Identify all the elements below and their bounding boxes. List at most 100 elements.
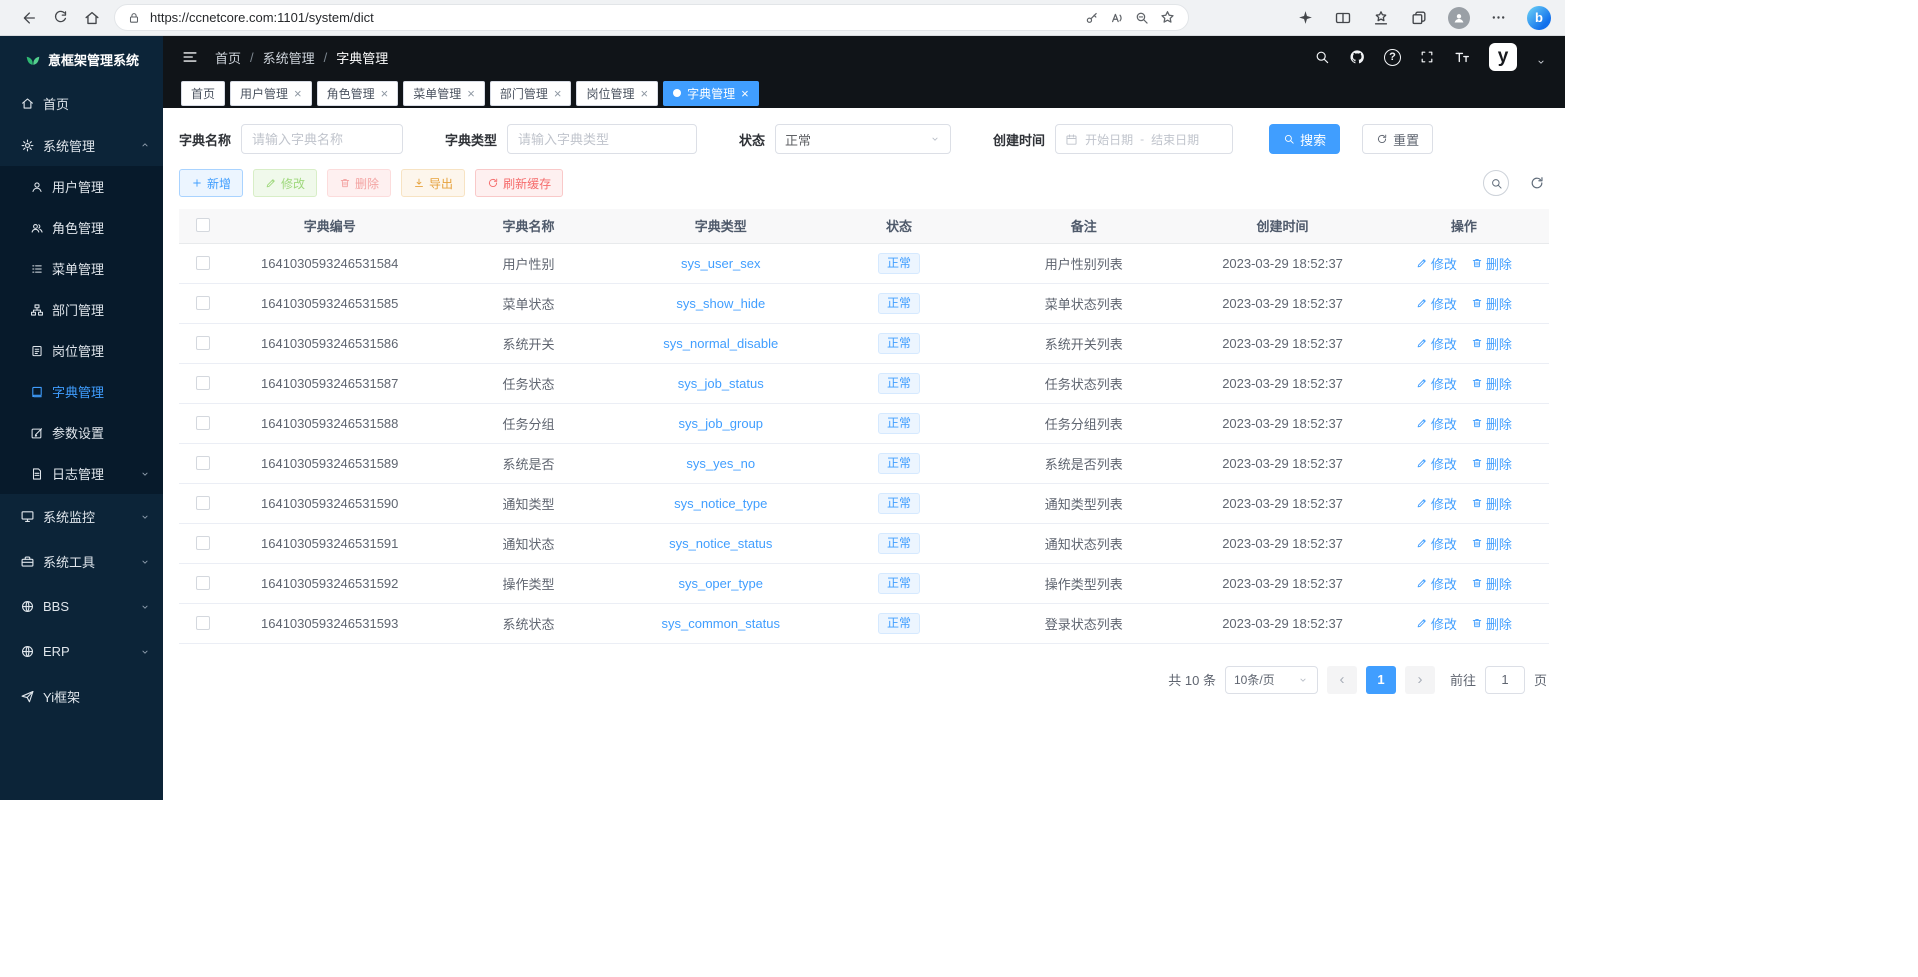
- tab-dict[interactable]: 字典管理×: [663, 81, 759, 106]
- row-checkbox[interactable]: [196, 496, 210, 510]
- help-icon[interactable]: ?: [1384, 49, 1401, 66]
- row-delete-button[interactable]: 删除: [1471, 294, 1512, 313]
- dict-type-link[interactable]: sys_notice_status: [669, 536, 772, 551]
- tab-close-icon[interactable]: ×: [381, 87, 389, 100]
- refresh-cache-button[interactable]: 刷新缓存: [475, 169, 563, 197]
- row-edit-button[interactable]: 修改: [1416, 494, 1457, 513]
- password-key-icon[interactable]: [1084, 10, 1100, 26]
- dict-type-link[interactable]: sys_common_status: [662, 616, 781, 631]
- fullscreen-icon[interactable]: [1419, 49, 1435, 65]
- tab-dept[interactable]: 部门管理×: [490, 81, 572, 106]
- tab-post[interactable]: 岗位管理×: [576, 81, 658, 106]
- sidebar-item-system[interactable]: 系统管理: [0, 124, 163, 166]
- refresh-table-icon[interactable]: [1529, 175, 1545, 191]
- tab-close-icon[interactable]: ×: [294, 87, 302, 100]
- toggle-search-icon[interactable]: [1483, 170, 1509, 196]
- dict-type-link[interactable]: sys_normal_disable: [663, 336, 778, 351]
- row-edit-button[interactable]: 修改: [1416, 374, 1457, 393]
- breadcrumb-system[interactable]: 系统管理: [263, 48, 315, 67]
- row-edit-button[interactable]: 修改: [1416, 534, 1457, 553]
- tab-home[interactable]: 首页: [181, 81, 225, 106]
- dict-type-link[interactable]: sys_oper_type: [678, 576, 763, 591]
- sidebar-item-menu[interactable]: 菜单管理: [0, 248, 163, 289]
- row-checkbox[interactable]: [196, 416, 210, 430]
- search-button[interactable]: 搜索: [1269, 124, 1340, 154]
- user-avatar[interactable]: y: [1489, 43, 1517, 71]
- tab-role[interactable]: 角色管理×: [317, 81, 399, 106]
- row-edit-button[interactable]: 修改: [1416, 254, 1457, 273]
- add-button[interactable]: 新增: [179, 169, 243, 197]
- favorites-bar-icon[interactable]: [1372, 9, 1390, 27]
- breadcrumb-home[interactable]: 首页: [215, 48, 241, 67]
- sidebar-item-post[interactable]: 岗位管理: [0, 330, 163, 371]
- address-bar[interactable]: https://ccnetcore.com:1101/system/dict: [114, 4, 1189, 31]
- sidebar-item-yi[interactable]: Yi框架: [0, 674, 163, 719]
- read-aloud-icon[interactable]: [1109, 10, 1125, 26]
- sidebar-toggle-icon[interactable]: [181, 48, 199, 66]
- row-edit-button[interactable]: 修改: [1416, 294, 1457, 313]
- row-delete-button[interactable]: 删除: [1471, 494, 1512, 513]
- row-checkbox[interactable]: [196, 576, 210, 590]
- tab-close-icon[interactable]: ×: [554, 87, 562, 100]
- browser-home-button[interactable]: [76, 3, 108, 33]
- reset-button[interactable]: 重置: [1362, 124, 1433, 154]
- browser-profile-avatar[interactable]: [1448, 7, 1470, 29]
- row-delete-button[interactable]: 删除: [1471, 454, 1512, 473]
- dict-type-link[interactable]: sys_user_sex: [681, 256, 760, 271]
- row-edit-button[interactable]: 修改: [1416, 334, 1457, 353]
- font-size-icon[interactable]: [1453, 48, 1471, 66]
- row-checkbox[interactable]: [196, 536, 210, 550]
- sidebar-item-home[interactable]: 首页: [0, 82, 163, 124]
- row-checkbox[interactable]: [196, 456, 210, 470]
- row-checkbox[interactable]: [196, 336, 210, 350]
- select-all-checkbox[interactable]: [196, 218, 210, 232]
- browser-refresh-button[interactable]: [44, 3, 76, 33]
- prev-page-button[interactable]: ‹: [1327, 666, 1357, 694]
- favorite-star-icon[interactable]: [1159, 9, 1176, 26]
- zoom-out-icon[interactable]: [1134, 10, 1150, 26]
- search-icon[interactable]: [1314, 49, 1330, 65]
- row-edit-button[interactable]: 修改: [1416, 614, 1457, 633]
- goto-page-input[interactable]: [1485, 666, 1525, 694]
- dict-type-link[interactable]: sys_yes_no: [686, 456, 755, 471]
- browser-back-button[interactable]: [12, 3, 44, 33]
- split-screen-icon[interactable]: [1334, 9, 1352, 27]
- sidebar-item-tools[interactable]: 系统工具: [0, 539, 163, 584]
- sidebar-item-dept[interactable]: 部门管理: [0, 289, 163, 330]
- row-edit-button[interactable]: 修改: [1416, 454, 1457, 473]
- row-edit-button[interactable]: 修改: [1416, 574, 1457, 593]
- sidebar-item-log[interactable]: 日志管理: [0, 453, 163, 494]
- row-delete-button[interactable]: 删除: [1471, 414, 1512, 433]
- row-delete-button[interactable]: 删除: [1471, 574, 1512, 593]
- dict-type-link[interactable]: sys_job_group: [678, 416, 763, 431]
- row-delete-button[interactable]: 删除: [1471, 614, 1512, 633]
- tab-close-icon[interactable]: ×: [467, 87, 475, 100]
- github-icon[interactable]: [1348, 48, 1366, 66]
- tab-user[interactable]: 用户管理×: [230, 81, 312, 106]
- page-size-select[interactable]: 10条/页: [1225, 666, 1318, 694]
- tab-close-icon[interactable]: ×: [640, 87, 648, 100]
- row-delete-button[interactable]: 删除: [1471, 254, 1512, 273]
- sidebar-item-monitor[interactable]: 系统监控: [0, 494, 163, 539]
- next-page-button[interactable]: ›: [1405, 666, 1435, 694]
- row-checkbox[interactable]: [196, 256, 210, 270]
- sidebar-item-user[interactable]: 用户管理: [0, 166, 163, 207]
- avatar-caret-icon[interactable]: [1535, 56, 1547, 68]
- tab-menu[interactable]: 菜单管理×: [403, 81, 485, 106]
- edit-button[interactable]: 修改: [253, 169, 317, 197]
- collections-icon[interactable]: [1410, 9, 1428, 27]
- dict-name-input[interactable]: [241, 124, 403, 154]
- dict-type-link[interactable]: sys_show_hide: [676, 296, 765, 311]
- dict-type-link[interactable]: sys_notice_type: [674, 496, 767, 511]
- row-checkbox[interactable]: [196, 296, 210, 310]
- site-info-lock-icon[interactable]: [127, 11, 141, 25]
- copilot-icon[interactable]: b: [1527, 6, 1551, 30]
- row-checkbox[interactable]: [196, 616, 210, 630]
- browser-menu-icon[interactable]: [1490, 9, 1507, 26]
- sidebar-item-erp[interactable]: ERP: [0, 629, 163, 674]
- row-delete-button[interactable]: 删除: [1471, 374, 1512, 393]
- row-edit-button[interactable]: 修改: [1416, 414, 1457, 433]
- export-button[interactable]: 导出: [401, 169, 465, 197]
- row-checkbox[interactable]: [196, 376, 210, 390]
- sidebar-item-dict[interactable]: 字典管理: [0, 371, 163, 412]
